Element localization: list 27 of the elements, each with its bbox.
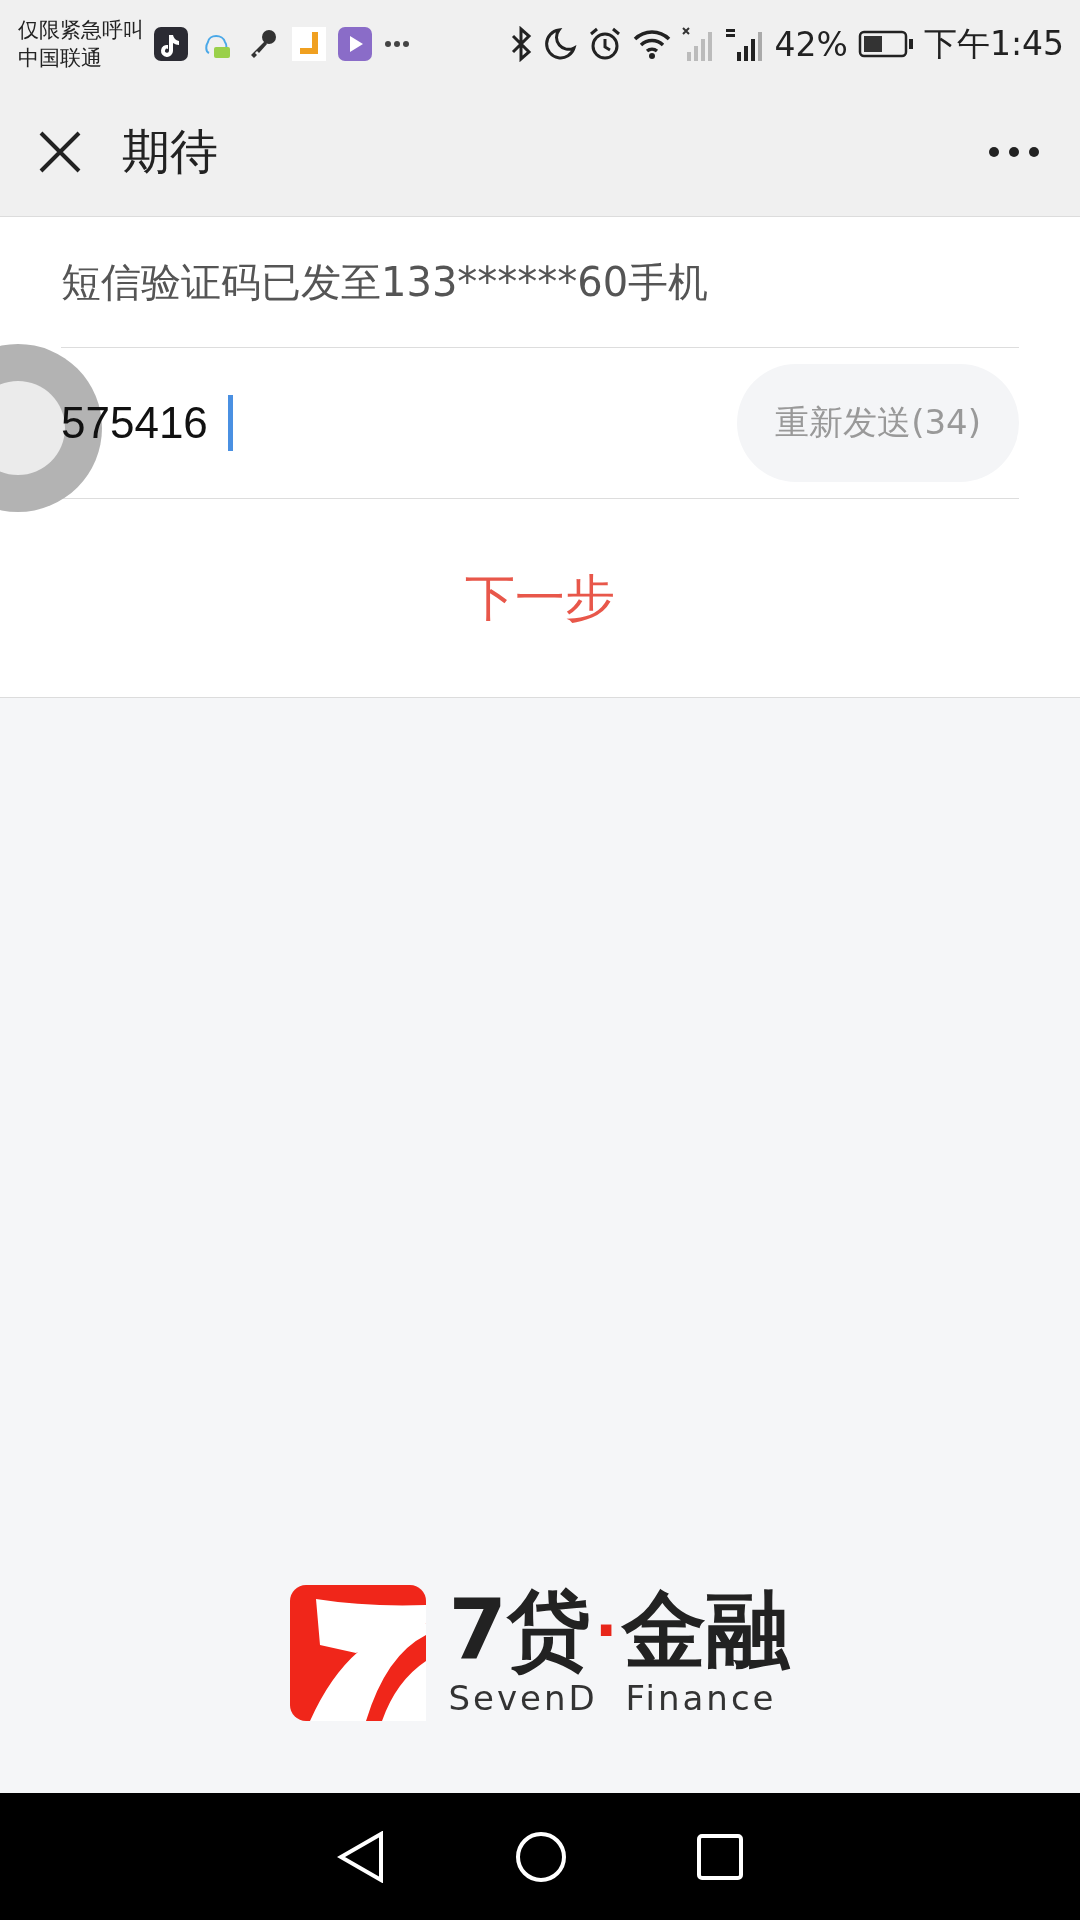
recent-apps-button[interactable] (697, 1833, 743, 1880)
close-button[interactable] (38, 130, 82, 174)
home-button[interactable] (515, 1830, 567, 1883)
play-icon (338, 27, 372, 61)
page-title: 期待 (122, 122, 219, 181)
music-note-icon (154, 27, 188, 61)
sms-sent-message: 短信验证码已发至133******60手机 (61, 257, 709, 307)
brand-separator: · (594, 1600, 618, 1660)
signal-icon (680, 26, 715, 62)
app-tile-icon (292, 27, 326, 61)
moon-icon (542, 27, 577, 61)
logo-icon (290, 1585, 427, 1721)
carrier-name: 中国联通 (18, 45, 103, 72)
back-button[interactable] (337, 1830, 385, 1883)
brand-name-english: SevenD Finance (448, 1678, 777, 1718)
wifi-icon (632, 28, 671, 60)
more-button[interactable] (988, 146, 1040, 158)
battery-percent: 42% (774, 24, 848, 64)
text-cursor (228, 395, 234, 451)
carrier-notice: 仅限紧急呼叫 (18, 17, 144, 44)
next-step-button[interactable]: 下一步 (465, 564, 615, 632)
clock-time: 下午1:45 (923, 22, 1064, 65)
code-input[interactable]: 575416 (61, 398, 229, 448)
signal-icon (724, 26, 765, 62)
battery-icon (857, 30, 914, 58)
more-notifications-icon (384, 40, 410, 48)
brand-name-suffix: 金融 (621, 1588, 790, 1672)
